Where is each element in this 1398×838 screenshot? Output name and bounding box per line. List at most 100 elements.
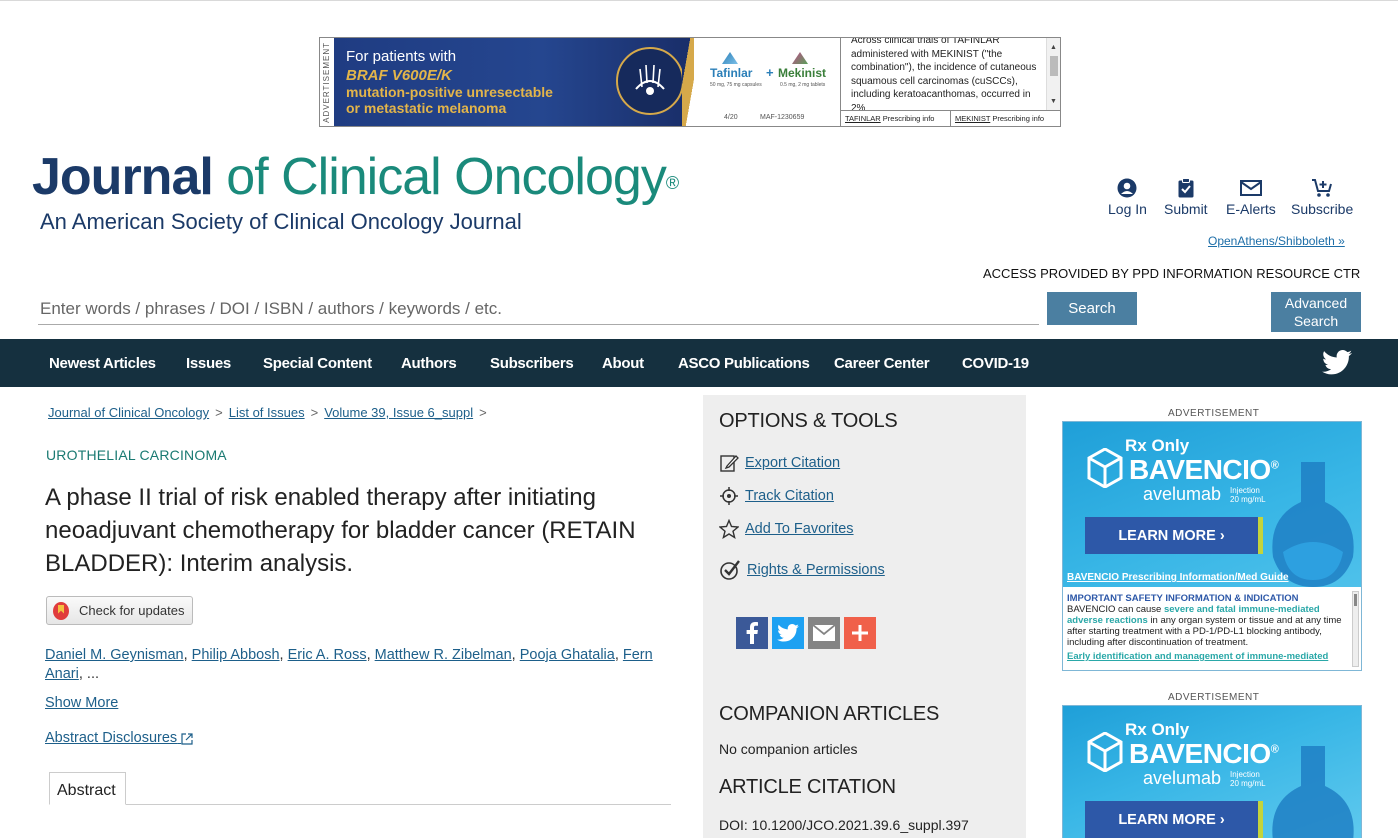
show-more-authors-link[interactable]: Show More bbox=[45, 695, 118, 711]
ad-line-2: BRAF V600E/K bbox=[346, 67, 452, 84]
star-icon bbox=[719, 519, 739, 539]
external-link-icon bbox=[181, 733, 193, 745]
ealerts-link[interactable]: E-Alerts bbox=[1226, 178, 1276, 217]
envelope-icon bbox=[1239, 180, 1262, 196]
bavencio-ad-1[interactable]: Rx Only BAVENCIO® avelumab Injection 20 m… bbox=[1062, 421, 1362, 671]
nav-subscribers[interactable]: Subscribers bbox=[490, 355, 574, 372]
hair-follicle-icon bbox=[616, 47, 684, 115]
rx-only-label: Rx Only bbox=[1125, 436, 1190, 455]
export-citation-link[interactable]: Export Citation bbox=[719, 453, 840, 473]
nav-special-content[interactable]: Special Content bbox=[263, 355, 372, 372]
nav-covid-19[interactable]: COVID-19 bbox=[962, 355, 1029, 372]
ad-line-4: or metastatic melanoma bbox=[346, 100, 507, 116]
nav-asco-publications[interactable]: ASCO Publications bbox=[678, 355, 810, 372]
ad-vertical-label: ADVERTISEMENT bbox=[322, 41, 331, 123]
ad-safety-info[interactable]: Across clinical trials of TAFINLAR admin… bbox=[840, 38, 1060, 110]
mekinist-mark-icon bbox=[792, 52, 808, 64]
share-twitter-button[interactable] bbox=[772, 617, 804, 649]
injection-dose-label: Injection 20 mg/mL bbox=[1230, 770, 1266, 788]
author-link[interactable]: Philip Abbosh bbox=[192, 647, 280, 663]
nav-issues[interactable]: Issues bbox=[186, 355, 231, 372]
scroll-down-icon[interactable]: ▼ bbox=[1050, 95, 1057, 109]
article-citation-heading: ARTICLE CITATION bbox=[719, 776, 896, 798]
author-link[interactable]: Daniel M. Geynisman bbox=[45, 647, 184, 663]
twitter-icon bbox=[777, 624, 799, 642]
bavencio-ad-2[interactable]: Rx Only BAVENCIO® avelumab Injection 20 m… bbox=[1062, 705, 1362, 838]
tab-underline bbox=[49, 804, 671, 805]
edit-icon bbox=[720, 455, 739, 472]
openathens-link[interactable]: OpenAthens/Shibboleth » bbox=[1208, 234, 1345, 248]
ad-date: 4/20 bbox=[724, 114, 738, 121]
prescribing-info-link[interactable]: BAVENCIO Prescribing Information/Med Gui… bbox=[1067, 572, 1289, 583]
avelumab-label: avelumab bbox=[1143, 484, 1222, 504]
bavencio-cube-icon bbox=[1087, 448, 1123, 488]
journal-logo[interactable]: Journal of Clinical Oncology® bbox=[32, 142, 679, 212]
tafinlar-logo: Tafinlar bbox=[710, 66, 753, 80]
cart-plus-icon bbox=[1312, 179, 1333, 197]
bavencio-cube-icon bbox=[1087, 732, 1123, 772]
tafinlar-mark-icon bbox=[722, 52, 738, 64]
nav-newest-articles[interactable]: Newest Articles bbox=[49, 355, 156, 372]
article-doi: DOI: 10.1200/JCO.2021.39.6_suppl.397 bbox=[719, 817, 969, 833]
nav-authors[interactable]: Authors bbox=[401, 355, 457, 372]
tab-abstract[interactable]: Abstract bbox=[49, 772, 126, 805]
breadcrumb-journal[interactable]: Journal of Clinical Oncology bbox=[48, 405, 209, 420]
email-icon bbox=[813, 625, 835, 641]
share-email-button[interactable] bbox=[808, 617, 840, 649]
nav-career-center[interactable]: Career Center bbox=[834, 355, 930, 372]
ad-code: MAF-1230659 bbox=[760, 114, 805, 121]
submit-link[interactable]: Submit bbox=[1164, 178, 1208, 217]
search-button[interactable]: Search bbox=[1047, 292, 1137, 325]
scroll-up-icon[interactable]: ▲ bbox=[1050, 41, 1057, 55]
bavencio-logo: BAVENCIO® bbox=[1129, 738, 1279, 769]
crossmark-icon bbox=[53, 601, 69, 620]
isi-scrollbar[interactable] bbox=[1352, 591, 1359, 667]
nav-about[interactable]: About bbox=[602, 355, 644, 372]
facebook-icon bbox=[746, 622, 758, 644]
access-provided-text: ACCESS PROVIDED BY PPD INFORMATION RESOU… bbox=[983, 266, 1361, 281]
ad-prescribing-links: TAFINLAR Prescribing info MEKINIST Presc… bbox=[840, 110, 1060, 126]
breadcrumb-separator: > bbox=[310, 405, 319, 420]
search-input[interactable] bbox=[38, 294, 1039, 325]
user-circle-icon bbox=[1117, 178, 1137, 198]
advertisement-label: ADVERTISEMENT bbox=[1168, 408, 1260, 419]
ad-drug-logos[interactable]: Tafinlar + Mekinist 50 mg, 75 mg capsule… bbox=[696, 38, 840, 126]
share-more-button[interactable] bbox=[844, 617, 876, 649]
companion-articles-text: No companion articles bbox=[719, 741, 858, 757]
learn-more-button[interactable]: LEARN MORE › bbox=[1085, 801, 1263, 838]
login-link[interactable]: Log In bbox=[1108, 178, 1147, 217]
top-divider bbox=[0, 0, 1398, 1]
advanced-search-button[interactable]: Advanced Search bbox=[1271, 292, 1361, 332]
ad-line-3: mutation-positive unresectable bbox=[346, 84, 553, 100]
companion-articles-heading: COMPANION ARTICLES bbox=[719, 703, 940, 725]
breadcrumb-volume[interactable]: Volume 39, Issue 6_suppl bbox=[324, 405, 473, 420]
scroll-thumb[interactable] bbox=[1050, 56, 1058, 76]
ad-melanoma-panel[interactable]: For patients with BRAF V600E/K mutation-… bbox=[334, 38, 684, 126]
journal-subtitle: An American Society of Clinical Oncology… bbox=[40, 209, 522, 234]
add-to-favorites-link[interactable]: Add To Favorites bbox=[719, 519, 854, 539]
options-tools-panel: OPTIONS & TOOLS Export Citation Track Ci… bbox=[703, 395, 1026, 838]
rx-only-label: Rx Only bbox=[1125, 720, 1190, 739]
author-list: Daniel M. Geynisman, Philip Abbosh, Eric… bbox=[45, 647, 653, 682]
track-citation-link[interactable]: Track Citation bbox=[719, 486, 834, 506]
rights-permissions-link[interactable]: Rights & Permissions bbox=[719, 559, 885, 581]
twitter-icon[interactable] bbox=[1322, 350, 1352, 375]
subscribe-link[interactable]: Subscribe bbox=[1291, 178, 1353, 217]
check-for-updates-button[interactable]: Check for updates bbox=[46, 596, 193, 625]
author-link[interactable]: Matthew R. Zibelman bbox=[375, 647, 512, 663]
learn-more-button[interactable]: LEARN MORE › bbox=[1085, 517, 1263, 554]
share-facebook-button[interactable] bbox=[736, 617, 768, 649]
breadcrumb: Journal of Clinical Oncology > List of Iss… bbox=[48, 405, 493, 420]
check-circle-icon bbox=[720, 560, 740, 580]
author-link[interactable]: Pooja Ghatalia bbox=[520, 647, 615, 663]
tafinlar-prescribing-link[interactable]: TAFINLAR Prescribing info bbox=[841, 111, 951, 126]
injection-dose-label: Injection 20 mg/mL bbox=[1230, 486, 1266, 504]
bavencio-logo: BAVENCIO® bbox=[1129, 454, 1279, 485]
top-advertisement[interactable]: ADVERTISEMENT For patients with BRAF V60… bbox=[319, 37, 1061, 127]
bavencio-safety-info[interactable]: IMPORTANT SAFETY INFORMATION & INDICATIO… bbox=[1063, 587, 1361, 670]
mekinist-prescribing-link[interactable]: MEKINIST Prescribing info bbox=[951, 111, 1060, 126]
author-link[interactable]: Eric A. Ross bbox=[288, 647, 367, 663]
breadcrumb-list-of-issues[interactable]: List of Issues bbox=[229, 405, 305, 420]
ad-scrollbar[interactable]: ▲ ▼ bbox=[1046, 38, 1060, 110]
abstract-disclosures-link[interactable]: Abstract Disclosures bbox=[45, 730, 193, 746]
